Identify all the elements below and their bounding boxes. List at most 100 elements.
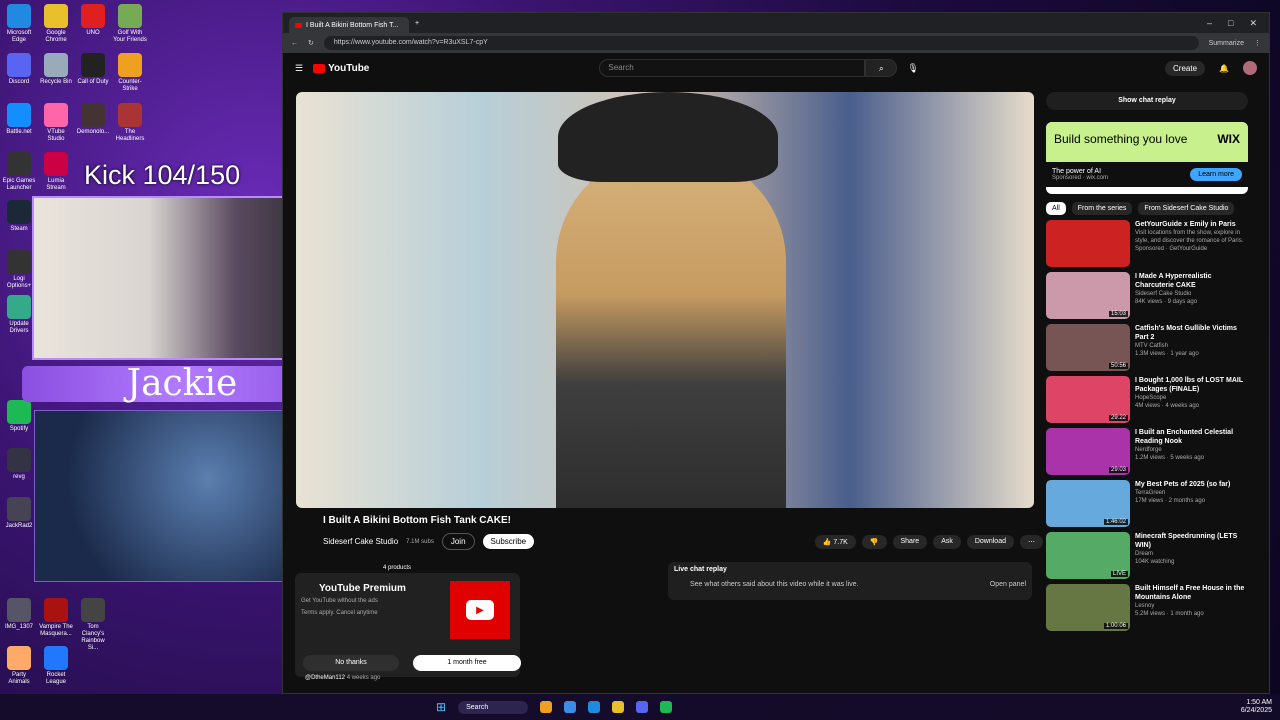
edge-icon[interactable] (588, 701, 601, 713)
back-icon[interactable]: ← (291, 40, 298, 47)
recommendation-item[interactable]: 15:03 I Made A Hyperrealistic Charcuterie… (1046, 272, 1248, 319)
system-clock[interactable]: 1:50 AM 6/24/2025 (1241, 699, 1280, 715)
subscribe-button[interactable]: Subscribe (482, 534, 535, 549)
desktop-icon[interactable]: Party Animals (2, 646, 36, 686)
video-thumbnail[interactable]: LIVE (1046, 532, 1130, 579)
video-thumbnail[interactable]: 29:03 (1046, 428, 1130, 475)
desktop-icon[interactable]: Golf With Your Friends (113, 4, 147, 44)
desktop-icon[interactable]: Epic Games Launcher (2, 152, 36, 192)
desktop-icon[interactable]: Call of Duty (76, 53, 110, 86)
ad-brand: WIX (1217, 132, 1240, 146)
chrome-icon[interactable] (612, 701, 625, 713)
app-icon (118, 53, 142, 77)
filter-chip[interactable]: From the series (1071, 202, 1133, 215)
mic-icon[interactable]: 🎙 (907, 63, 918, 74)
recommendation-item[interactable]: 29:22 I Bought 1,000 lbs of LOST MAIL Pac… (1046, 376, 1248, 423)
more-icon[interactable]: ⋯ (1020, 534, 1043, 549)
video-thumbnail[interactable] (1046, 220, 1130, 267)
desktop-icon[interactable]: VTube Studio (39, 103, 73, 143)
maximize-icon[interactable]: □ (1228, 18, 1233, 29)
video-player[interactable] (296, 92, 1034, 508)
desktop-icon[interactable]: Update Drivers (2, 295, 36, 335)
desktop-icon[interactable]: JackRad2 (2, 497, 36, 530)
create-button[interactable]: Create (1165, 60, 1206, 76)
tab-youtube[interactable]: I Built A Bikini Bottom Fish T... (289, 17, 409, 33)
channel-name[interactable]: Sideserf Cake Studio (323, 537, 398, 546)
taskbar-search[interactable]: Search (458, 700, 529, 714)
desktop-icon[interactable]: Rocket League (39, 646, 73, 686)
windows-start-icon[interactable]: ⊞ (436, 700, 446, 714)
desktop-icon[interactable]: Lumia Stream (39, 152, 73, 192)
tab-title: I Built A Bikini Bottom Fish T... (306, 21, 399, 29)
comment-author[interactable]: @DtheMan112 (305, 675, 345, 681)
summarize-button[interactable]: Summarize (1209, 40, 1244, 47)
recommendation-item[interactable]: 50:56 Catfish's Most Gullible Victims Par… (1046, 324, 1248, 371)
new-tab-button[interactable]: + (415, 20, 419, 27)
filter-chip[interactable]: All (1046, 202, 1066, 215)
recommendation-item[interactable]: 1:00:06 Built Himself a Free House in the… (1046, 584, 1248, 631)
products-label[interactable]: 4 products (383, 565, 411, 571)
video-thumbnail[interactable]: 15:03 (1046, 272, 1130, 319)
one-month-free-button[interactable]: 1 month free (413, 655, 521, 671)
video-title: I Built A Bikini Bottom Fish Tank CAKE! (323, 515, 511, 526)
desktop-icon[interactable]: UNO (76, 4, 110, 37)
desktop-icon[interactable]: Logi Options+ (2, 250, 36, 290)
app-icon (118, 4, 142, 28)
recommendation-item[interactable]: 1:46:02 My Best Pets of 2025 (so far) Terr… (1046, 480, 1248, 527)
avatar[interactable] (1243, 61, 1257, 75)
video-thumbnail[interactable]: 50:56 (1046, 324, 1130, 371)
desktop-icon[interactable]: Discord (2, 53, 36, 86)
discord-icon[interactable] (636, 701, 649, 713)
desktop-icon[interactable]: Battle.net (2, 103, 36, 136)
ask-button[interactable]: Ask (933, 534, 961, 549)
url-field[interactable]: https://www.youtube.com/watch?v=R3uXSL7-… (323, 36, 1199, 50)
video-thumbnail[interactable]: 1:46:02 (1046, 480, 1130, 527)
no-thanks-button[interactable]: No thanks (303, 655, 399, 671)
desktop-icon[interactable]: Steam (2, 200, 36, 233)
desktop-icon[interactable]: Google Chrome (39, 4, 73, 44)
join-button[interactable]: Join (441, 533, 475, 550)
bell-icon[interactable]: 🔔 (1219, 64, 1229, 73)
recommendation-info: Nerdforge (1135, 447, 1162, 453)
sponsored-ad[interactable]: Build something you love WIX The power of… (1046, 122, 1248, 194)
search-icon[interactable]: ⌕ (865, 59, 898, 77)
live-chat-title: Live chat replay (674, 566, 727, 573)
open-panel-button[interactable]: Open panel (990, 581, 1026, 588)
recommendation-item[interactable]: 29:03 I Built an Enchanted Celestial Read… (1046, 428, 1248, 475)
desktop-icon[interactable]: Vampire The Masquera... (39, 598, 73, 638)
show-chat-replay-button[interactable]: Show chat replay (1046, 92, 1248, 110)
app-icon[interactable] (564, 701, 577, 713)
video-duration: LIVE (1110, 571, 1128, 577)
menu-icon[interactable]: ⋮ (1254, 39, 1261, 47)
video-thumbnail[interactable]: 29:22 (1046, 376, 1130, 423)
search-input[interactable]: Search (599, 59, 866, 77)
like-button[interactable]: 👍 7.7K (814, 534, 856, 549)
spotify-icon[interactable] (660, 701, 673, 713)
hamburger-icon[interactable]: ☰ (295, 63, 303, 74)
download-button[interactable]: Download (966, 534, 1014, 549)
recommendation-item[interactable]: LIVE Minecraft Speedrunning (LETS WIN) Dre… (1046, 532, 1248, 579)
desktop-icon[interactable]: Demonolo... (76, 103, 110, 136)
app-icon[interactable] (540, 701, 553, 713)
dislike-button[interactable]: 👎 (861, 534, 887, 549)
minimize-icon[interactable]: – (1207, 18, 1212, 29)
reload-icon[interactable]: ↻ (308, 39, 314, 47)
desktop-icon[interactable]: IMG_1307 (2, 598, 36, 631)
youtube-logo[interactable]: YouTube (313, 63, 369, 74)
desktop-icon-label: Lumia Stream (46, 178, 66, 191)
desktop-icon[interactable]: Recycle Bin (39, 53, 73, 86)
learn-more-button[interactable]: Learn more (1190, 168, 1242, 181)
desktop-icon[interactable]: Tom Clancy's Rainbow Si... (76, 598, 110, 652)
desktop-icon[interactable]: revg (2, 448, 36, 481)
desktop-icon[interactable]: Microsoft Edge (2, 4, 36, 44)
filter-chip[interactable]: From Sideserf Cake Studio (1138, 202, 1235, 215)
recommendation-item[interactable]: GetYourGuide x Emily in Paris Visit locat… (1046, 220, 1248, 267)
video-thumbnail[interactable]: 1:00:06 (1046, 584, 1130, 631)
desktop-icon[interactable]: Spotify (2, 400, 36, 433)
app-icon (81, 53, 105, 77)
desktop-icon[interactable]: Counter-Strike (113, 53, 147, 93)
share-button[interactable]: Share (892, 534, 928, 549)
desktop-icon[interactable]: The Headliners (113, 103, 147, 143)
close-icon[interactable]: ✕ (1249, 18, 1257, 29)
desktop-icon-label: Recycle Bin (40, 79, 72, 85)
